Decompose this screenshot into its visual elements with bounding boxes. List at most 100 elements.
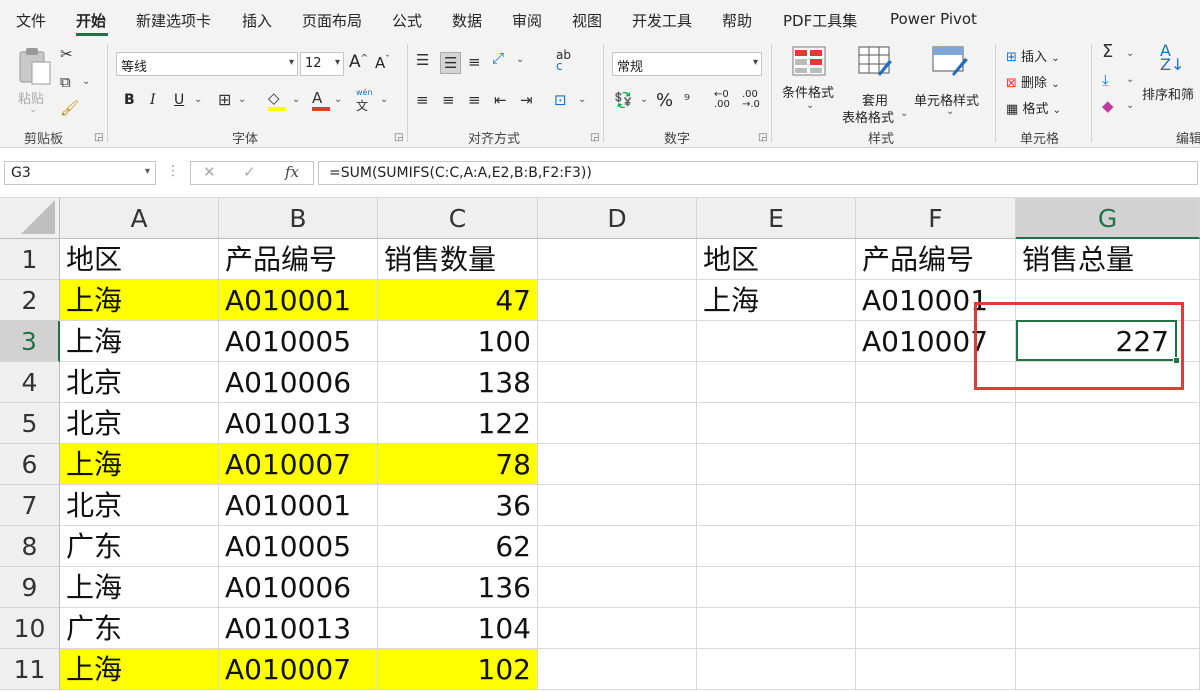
cell-g10[interactable] xyxy=(1016,608,1200,649)
column-header-f[interactable]: F xyxy=(856,198,1016,239)
cell-f10[interactable] xyxy=(856,608,1016,649)
cell-b1[interactable]: 产品编号 xyxy=(219,239,378,280)
cell-c2[interactable]: 47 xyxy=(378,280,538,321)
cell-a5[interactable]: 北京 xyxy=(60,403,219,444)
cell-g6[interactable] xyxy=(1016,444,1200,485)
chevron-down-icon[interactable]: ⌄ xyxy=(516,54,524,65)
cell-e6[interactable] xyxy=(697,444,856,485)
currency-icon[interactable]: 💱 xyxy=(614,92,633,108)
cell-c7[interactable]: 36 xyxy=(378,485,538,526)
align-middle-icon[interactable]: ☰ xyxy=(440,52,462,74)
cell-d8[interactable] xyxy=(538,526,697,567)
cell-styles-button[interactable]: 单元格样式 ⌄ xyxy=(914,44,988,120)
column-header-b[interactable]: B xyxy=(219,198,378,239)
phonetic-button[interactable]: wén 文 xyxy=(356,88,373,114)
row-header-4[interactable]: 4 xyxy=(0,362,60,403)
dialog-launcher-icon[interactable]: ◲ xyxy=(758,132,767,143)
tab-developer[interactable]: 开发工具 xyxy=(632,10,692,31)
cell-a10[interactable]: 广东 xyxy=(60,608,219,649)
cell-b8[interactable]: A010005 xyxy=(219,526,378,567)
cell-b3[interactable]: A010005 xyxy=(219,321,378,362)
cancel-icon[interactable]: ✕ xyxy=(203,163,216,181)
wrap-text-button[interactable]: ab c xyxy=(556,49,571,72)
row-header-8[interactable]: 8 xyxy=(0,526,60,567)
chevron-down-icon[interactable]: ⌄ xyxy=(1126,74,1134,85)
fill-color-icon[interactable]: ◇ xyxy=(268,90,286,111)
cell-d11[interactable] xyxy=(538,649,697,690)
cell-c9[interactable]: 136 xyxy=(378,567,538,608)
cell-d7[interactable] xyxy=(538,485,697,526)
tab-file[interactable]: 文件 xyxy=(16,10,46,31)
clear-icon[interactable]: ◆ xyxy=(1102,98,1114,114)
cell-f7[interactable] xyxy=(856,485,1016,526)
cell-f9[interactable] xyxy=(856,567,1016,608)
tab-new[interactable]: 新建选项卡 xyxy=(136,10,211,31)
dialog-launcher-icon[interactable]: ◲ xyxy=(94,132,103,143)
chevron-down-icon[interactable]: ⌄ xyxy=(292,94,300,105)
cell-f6[interactable] xyxy=(856,444,1016,485)
shrink-font-button[interactable]: Aˇ xyxy=(375,54,390,72)
sort-filter-icon[interactable]: A Z↓ xyxy=(1160,43,1184,73)
chevron-down-icon[interactable]: ⌄ xyxy=(1126,48,1134,59)
cell-c4[interactable]: 138 xyxy=(378,362,538,403)
row-header-7[interactable]: 7 xyxy=(0,485,60,526)
row-header-10[interactable]: 10 xyxy=(0,608,60,649)
font-name-select[interactable]: 等线 ▾ xyxy=(116,52,298,76)
chevron-down-icon[interactable]: ⌄ xyxy=(578,94,586,105)
cell-g1[interactable]: 销售总量 xyxy=(1016,239,1200,280)
tab-data[interactable]: 数据 xyxy=(452,10,482,31)
cell-g11[interactable] xyxy=(1016,649,1200,690)
cell-f11[interactable] xyxy=(856,649,1016,690)
column-header-g[interactable]: G xyxy=(1016,198,1200,239)
format-painter-icon[interactable]: 🖌 xyxy=(60,100,79,116)
fill-icon[interactable]: ⤓ xyxy=(1102,72,1109,88)
underline-button[interactable]: U xyxy=(174,92,184,108)
insert-function-button[interactable]: fx xyxy=(285,163,299,181)
cell-e10[interactable] xyxy=(697,608,856,649)
cell-b5[interactable]: A010013 xyxy=(219,403,378,444)
cell-c10[interactable]: 104 xyxy=(378,608,538,649)
tab-page-layout[interactable]: 页面布局 xyxy=(302,10,362,31)
cell-b10[interactable]: A010013 xyxy=(219,608,378,649)
column-header-c[interactable]: C xyxy=(378,198,538,239)
cell-g8[interactable] xyxy=(1016,526,1200,567)
increase-indent-icon[interactable]: ⇥ xyxy=(520,92,533,108)
cell-e9[interactable] xyxy=(697,567,856,608)
cell-e3[interactable] xyxy=(697,321,856,362)
cell-e11[interactable] xyxy=(697,649,856,690)
enter-icon[interactable]: ✓ xyxy=(243,163,256,181)
formula-input[interactable]: =SUM(SUMIFS(C:C,A:A,E2,B:B,F2:F3)) xyxy=(318,161,1198,185)
cell-c5[interactable]: 122 xyxy=(378,403,538,444)
cell-b6[interactable]: A010007 xyxy=(219,444,378,485)
row-header-6[interactable]: 6 xyxy=(0,444,60,485)
align-bottom-icon[interactable]: ≡ xyxy=(468,54,481,70)
cell-e5[interactable] xyxy=(697,403,856,444)
cell-d10[interactable] xyxy=(538,608,697,649)
cell-f8[interactable] xyxy=(856,526,1016,567)
tab-formulas[interactable]: 公式 xyxy=(392,10,422,31)
cell-d1[interactable] xyxy=(538,239,697,280)
chevron-down-icon[interactable]: ⌄ xyxy=(82,76,90,87)
cell-g9[interactable] xyxy=(1016,567,1200,608)
cut-icon[interactable]: ✂ xyxy=(60,46,73,62)
tab-help[interactable]: 帮助 xyxy=(722,10,752,31)
tab-pdf-tools[interactable]: PDF工具集 xyxy=(783,10,857,31)
tab-insert[interactable]: 插入 xyxy=(242,10,272,31)
column-header-a[interactable]: A xyxy=(60,198,219,239)
cell-d5[interactable] xyxy=(538,403,697,444)
cell-d4[interactable] xyxy=(538,362,697,403)
cell-a2[interactable]: 上海 xyxy=(60,280,219,321)
align-center-icon[interactable]: ≡ xyxy=(442,92,455,108)
cell-d9[interactable] xyxy=(538,567,697,608)
autosum-icon[interactable]: Σ xyxy=(1102,43,1113,61)
align-left-icon[interactable]: ≡ xyxy=(416,92,429,108)
increase-decimal-icon[interactable]: ←0.00 xyxy=(714,90,730,110)
cell-e4[interactable] xyxy=(697,362,856,403)
row-header-5[interactable]: 5 xyxy=(0,403,60,444)
decrease-decimal-icon[interactable]: .00 →.0 xyxy=(742,90,760,110)
cell-d3[interactable] xyxy=(538,321,697,362)
cell-c3[interactable]: 100 xyxy=(378,321,538,362)
cell-g5[interactable] xyxy=(1016,403,1200,444)
cell-a6[interactable]: 上海 xyxy=(60,444,219,485)
cell-c6[interactable]: 78 xyxy=(378,444,538,485)
